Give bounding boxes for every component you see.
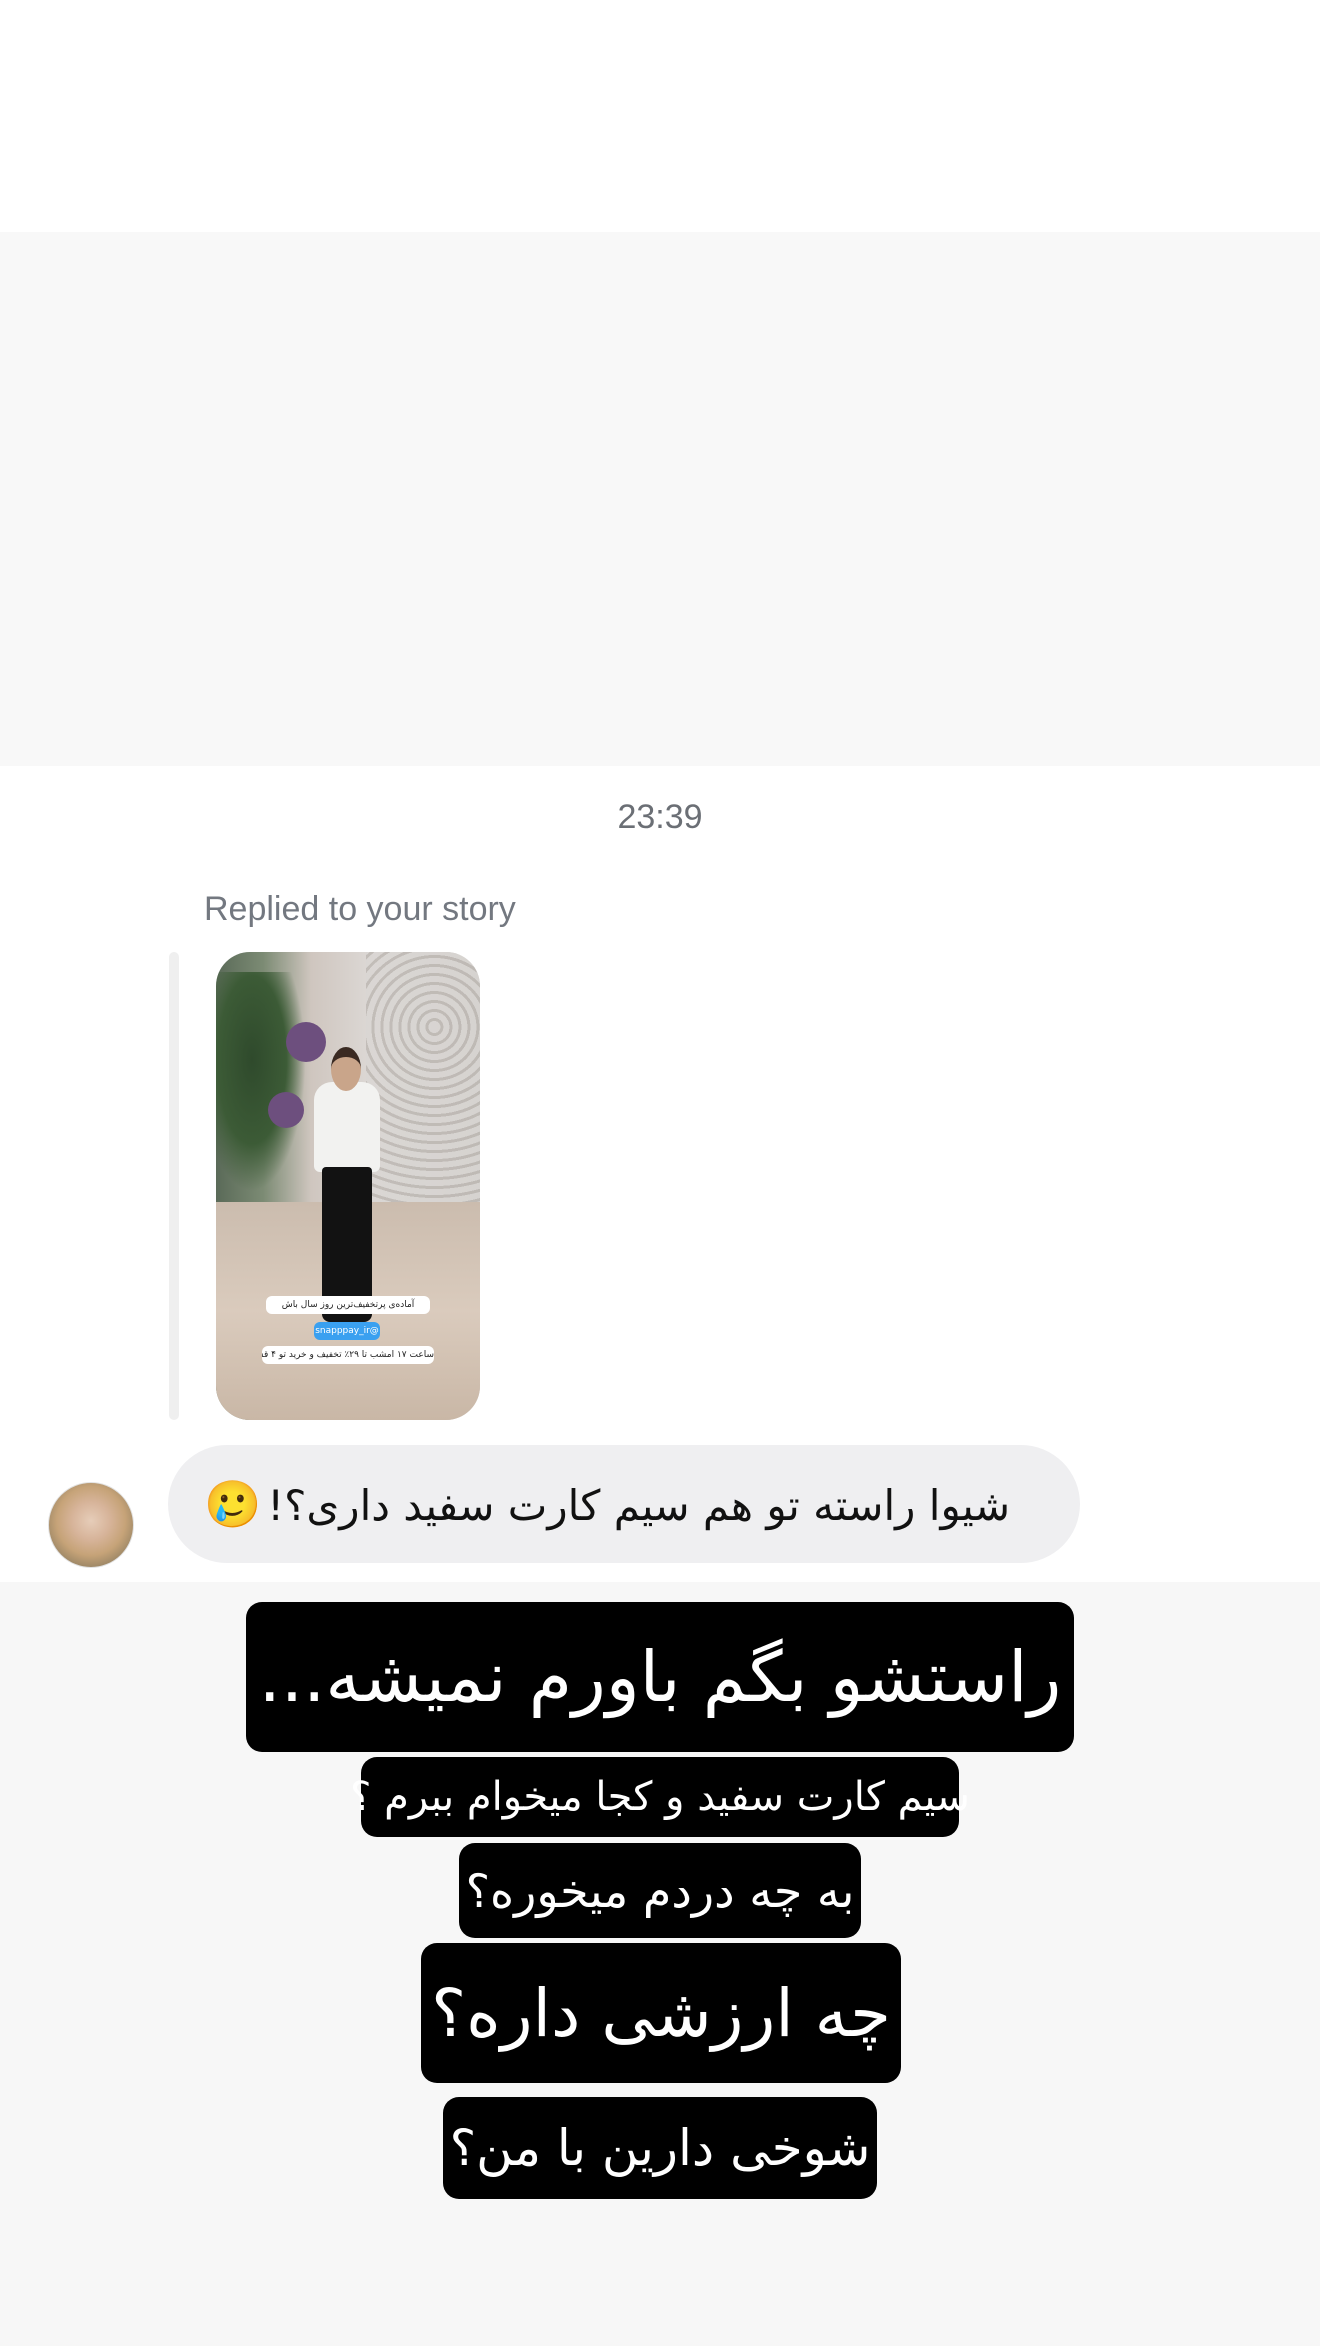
story-text-sticker: شوخی دارین با من؟	[443, 2097, 877, 2199]
story-thumb-plant	[216, 972, 306, 1192]
story-thumbnail[interactable]: آماده‌ی پرتخفیف‌ترین روز سال باش @snappp…	[216, 952, 480, 1420]
story-mention-sticker: @snapppay_ir	[314, 1322, 380, 1340]
story-thumb-person	[314, 1082, 380, 1172]
story-thumb-person	[331, 1047, 361, 1091]
sad-tear-emoji-icon: 🥲	[204, 1476, 262, 1531]
story-text-sticker: به چه دردم میخوره؟	[459, 1843, 861, 1938]
top-blank-area	[0, 0, 1320, 232]
message-timestamp: 23:39	[617, 798, 703, 836]
story-caption: ساعت ۱۷ امشب تا ۲۹٪ تخفیف و خرید تو ۴ قس…	[262, 1346, 434, 1364]
story-text-sticker: چه ارزشی داره؟	[421, 1943, 901, 2083]
reply-indicator-bar	[169, 952, 179, 1420]
story-media-area	[0, 232, 1320, 766]
story-thumb-decoration	[286, 1022, 326, 1062]
story-text-sticker: راستشو بگم باورم نمیشه...	[246, 1602, 1074, 1752]
message-text: شیوا راسته تو هم سیم کارت سفید داری؟!🥲	[204, 1477, 1010, 1532]
story-thumb-wall	[366, 952, 480, 1202]
message-bubble[interactable]: شیوا راسته تو هم سیم کارت سفید داری؟!🥲	[168, 1445, 1080, 1563]
story-text-sticker: سیم کارت سفید و کجا میخوام ببرم ؟	[350, 1757, 970, 1837]
story-caption: آماده‌ی پرتخفیف‌ترین روز سال باش	[266, 1296, 430, 1314]
story-thumb-decoration	[268, 1092, 304, 1128]
sender-avatar[interactable]	[48, 1482, 134, 1568]
message-body: شیوا راسته تو هم سیم کارت سفید داری؟!	[267, 1480, 1011, 1530]
replied-to-story-label: Replied to your story	[204, 890, 516, 928]
